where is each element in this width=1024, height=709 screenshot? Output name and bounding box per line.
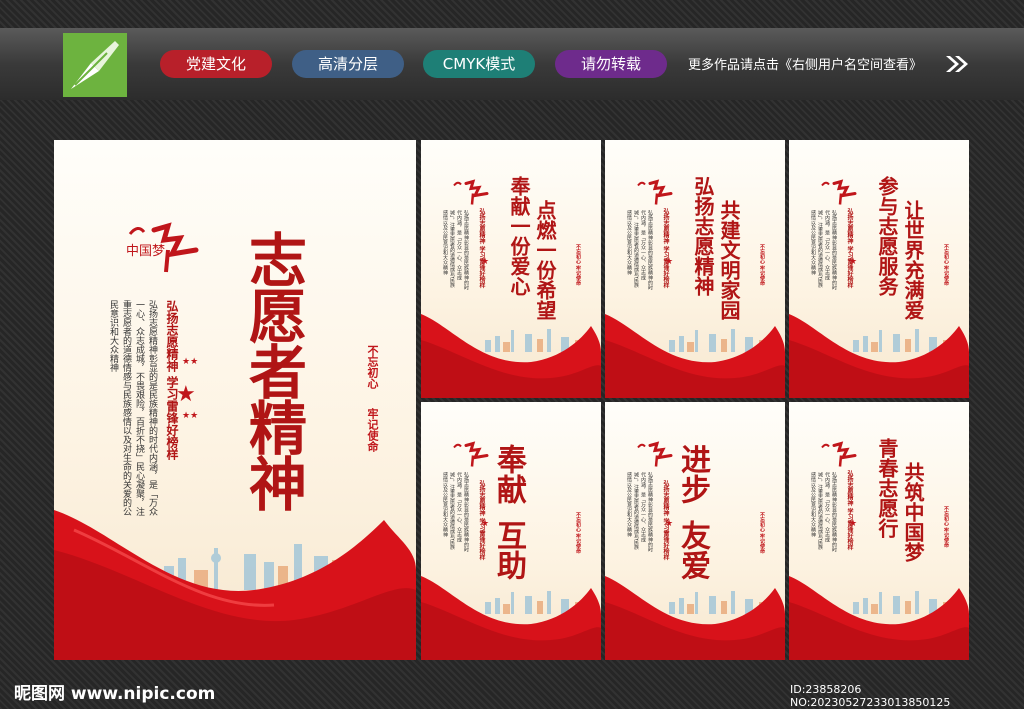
small-poster: 进步 友爱 弘扬志愿精神 学习雷锋好榜样 弘扬志愿精神彰显的是民族精神的时代内涵… (605, 402, 785, 660)
poster-title-col2: 共筑中国梦 (901, 462, 925, 562)
red-silk-ribbon (54, 510, 416, 660)
main-body-text: 弘扬志愿精神彰显的是民族精神的时代内涵，是「万众一心、众志成城，不畏艰险，百折不… (108, 300, 157, 516)
china-dream-logo (635, 178, 675, 210)
star-icon: ★★ (182, 411, 199, 421)
site-watermark: 昵图网 www.nipic.com (14, 684, 216, 704)
image-id: ID:23858206 NO:20230527233013850125 (790, 683, 951, 709)
poster-seal: 不忘初心 牢记使命 (575, 512, 581, 554)
pen-nib-icon (63, 33, 127, 97)
china-dream-logo (451, 440, 491, 472)
poster-title-col1: 弘扬志愿精神 (691, 176, 715, 296)
poster-body-text: 弘扬志愿精神彰显的是民族精神的时代内涵，是「万众一心、众志成城」，注重志愿者的道… (442, 472, 469, 552)
poster-body-text: 弘扬志愿精神彰显的是民族精神的时代内涵，是「万众一心、众志成城」，注重志愿者的道… (626, 210, 653, 290)
red-silk-ribbon (789, 314, 969, 398)
tag-no-repost[interactable]: 请勿转载 (555, 50, 667, 78)
poster-seal: 不忘初心 牢记使命 (943, 506, 949, 548)
site-logo[interactable] (63, 33, 127, 97)
china-dream-logo (635, 440, 675, 472)
star-icon: ★ (176, 382, 196, 407)
poster-seal: 不忘初心 牢记使命 (759, 244, 765, 286)
poster-title-col2: 点燃一份希望 (533, 200, 557, 320)
star-icon: ★ (849, 519, 858, 529)
poster-title-col1: 奉献一份爱心 (507, 176, 531, 296)
poster-title-col1: 奉献 (491, 444, 526, 504)
poster-body-text: 弘扬志愿精神彰显的是民族精神的时代内涵，是「万众一心、众志成城」，注重志愿者的道… (810, 210, 837, 290)
red-silk-ribbon (789, 576, 969, 660)
star-icon: ★ (849, 257, 858, 267)
poster-title-col1: 青春志愿行 (875, 438, 899, 538)
china-dream-logo (451, 178, 491, 210)
double-chevron-right-icon[interactable] (944, 54, 970, 74)
poster-title-col1: 参与志愿服务 (875, 176, 899, 296)
poster-seal: 不忘初心 牢记使命 (759, 512, 765, 554)
red-silk-ribbon (421, 576, 601, 660)
red-silk-ribbon (421, 314, 601, 398)
main-title: 志愿者精神 (239, 230, 307, 510)
small-poster: 弘扬志愿精神 共建文明家园 弘扬志愿精神 学习雷锋好榜样 弘扬志愿精神彰显的是民… (605, 140, 785, 398)
small-poster: 奉献一份爱心 点燃一份希望 弘扬志愿精神 学习雷锋好榜样 弘扬志愿精神彰显的是民… (421, 140, 601, 398)
poster-title-col2: 共建文明家园 (717, 200, 741, 320)
star-icon: ★ (481, 257, 490, 267)
star-icon: ★★ (182, 357, 199, 367)
small-poster: 青春志愿行 共筑中国梦 弘扬志愿精神 学习雷锋好榜样 弘扬志愿精神彰显的是民族精… (789, 402, 969, 660)
star-icon: ★ (481, 519, 490, 529)
small-poster: 参与志愿服务 让世界充满爱 弘扬志愿精神 学习雷锋好榜样 弘扬志愿精神彰显的是民… (789, 140, 969, 398)
more-works-link[interactable]: 更多作品请点击《右侧用户名空间查看》 (688, 54, 922, 73)
star-icon: ★ (665, 519, 674, 529)
tag-cmyk[interactable]: CMYK模式 (423, 50, 535, 78)
poster-seal: 不忘初心 牢记使命 (575, 244, 581, 286)
poster-title-col1: 进步 (675, 444, 710, 504)
poster-title-col2: 让世界充满爱 (901, 200, 925, 320)
red-silk-ribbon (605, 314, 785, 398)
red-silk-ribbon (605, 576, 785, 660)
main-poster: 中国梦 志愿者精神 弘扬志愿精神 学习雷锋好榜样 弘扬志愿精神彰显的是民族精神的… (54, 140, 416, 660)
china-dream-logo (819, 440, 859, 472)
china-dream-text: 中国梦 (126, 244, 166, 259)
poster-body-text: 弘扬志愿精神彰显的是民族精神的时代内涵，是「万众一心、众志成城」，注重志愿者的道… (810, 472, 837, 552)
china-dream-logo (819, 178, 859, 210)
poster-body-text: 弘扬志愿精神彰显的是民族精神的时代内涵，是「万众一心、众志成城」，注重志愿者的道… (442, 210, 469, 290)
tag-party-culture[interactable]: 党建文化 (160, 50, 272, 78)
poster-body-text: 弘扬志愿精神彰显的是民族精神的时代内涵，是「万众一心、众志成城」，注重志愿者的道… (626, 472, 653, 552)
star-icon: ★ (665, 257, 674, 267)
tag-hd-layers[interactable]: 高清分层 (292, 50, 404, 78)
seal-left: 不忘初心 (366, 345, 379, 389)
poster-seal: 不忘初心 牢记使命 (943, 244, 949, 286)
small-poster: 奉献 互助 弘扬志愿精神 学习雷锋好榜样 弘扬志愿精神彰显的是民族精神的时代内涵… (421, 402, 601, 660)
seal-right: 牢记使命 (366, 408, 379, 452)
china-dream-logo: 中国梦 (124, 220, 204, 278)
